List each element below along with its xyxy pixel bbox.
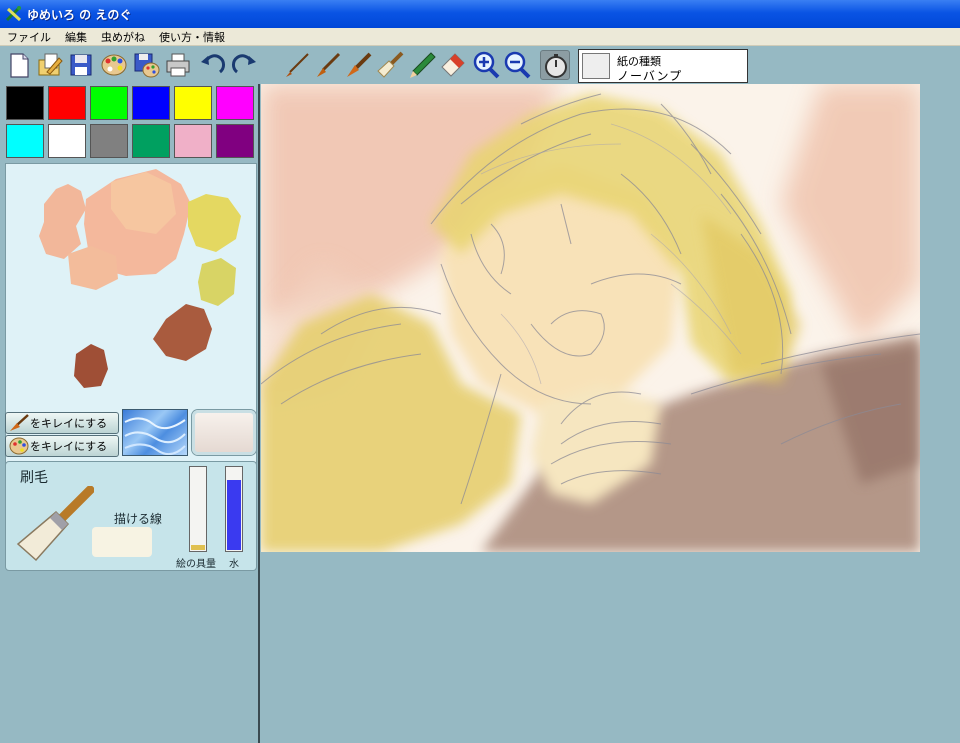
eraser-icon: [441, 53, 465, 77]
medium-brush-icon: [317, 52, 341, 77]
palette-swatch[interactable]: [216, 124, 254, 158]
flat-brush-large-icon: [16, 486, 94, 562]
menu-magnifier[interactable]: 虫めがね: [94, 29, 152, 45]
thick-brush-icon: [347, 52, 372, 77]
color-palette: [5, 85, 257, 159]
pencil-icon: [410, 52, 436, 78]
palette-swatch[interactable]: [132, 124, 170, 158]
stopwatch-icon: [545, 54, 567, 78]
redo-icon: [232, 54, 256, 74]
thick-brush-button[interactable]: [344, 50, 374, 80]
thin-brush-icon: [286, 53, 309, 77]
line-preview: [92, 527, 152, 557]
zoom-out-button[interactable]: [502, 50, 532, 80]
palette-swatch[interactable]: [48, 124, 86, 158]
paper-swatch: [582, 53, 610, 79]
palette-swatch[interactable]: [6, 124, 44, 158]
save-palette-button[interactable]: [131, 50, 161, 80]
palette-swatch[interactable]: [48, 86, 86, 120]
zoom-out-icon: [504, 51, 531, 79]
menu-file[interactable]: ファイル: [0, 29, 58, 45]
title-bar: ゆめいろ の えのぐ: [0, 0, 960, 28]
print-button[interactable]: [163, 50, 193, 80]
brush-icon: [10, 414, 29, 431]
eraser-button[interactable]: [437, 50, 467, 80]
toolbar: 紙の種類 ノーバンプ: [0, 46, 960, 84]
flat-brush-icon: [377, 51, 404, 78]
palette-swatch[interactable]: [90, 124, 128, 158]
palette-swatch[interactable]: [216, 86, 254, 120]
water-bucket[interactable]: [122, 409, 188, 456]
timer-button[interactable]: [540, 50, 570, 80]
open-button[interactable]: [35, 50, 65, 80]
clean-brush-button[interactable]: をキレイにする: [5, 412, 119, 434]
palette-swatch[interactable]: [174, 86, 212, 120]
menu-edit[interactable]: 編集: [58, 29, 94, 45]
app-icon: [5, 6, 22, 22]
painting: [261, 84, 920, 552]
brush-name: 刷毛: [20, 470, 48, 486]
paint-amount-gauge: [189, 466, 207, 552]
drawing-canvas[interactable]: [261, 84, 920, 552]
paper-type-value: ノーバンプ: [617, 69, 683, 83]
zoom-in-button[interactable]: [471, 50, 501, 80]
save-button[interactable]: [66, 50, 96, 80]
open-folder-icon: [38, 53, 63, 76]
new-page-button[interactable]: [4, 50, 34, 80]
window-title: ゆめいろ の えのぐ: [27, 7, 132, 22]
paint-amount-fill: [191, 544, 205, 550]
medium-brush-button[interactable]: [313, 50, 343, 80]
water-amount-gauge: [225, 466, 243, 552]
floppy-disk-icon: [70, 54, 92, 76]
thin-brush-button[interactable]: [282, 50, 312, 80]
palette-swatch[interactable]: [132, 86, 170, 120]
new-page-icon: [10, 53, 29, 78]
drawable-line-label: 描ける線: [114, 512, 163, 526]
save-palette-icon: [134, 53, 160, 78]
clean-palette-button[interactable]: をキレイにする: [5, 435, 119, 457]
palette-icon: [9, 437, 29, 455]
left-panel: をキレイにする をキレイにする 刷毛 描ける線 絵の具量 水: [0, 84, 260, 743]
water-amount-fill: [227, 480, 241, 550]
towel-button[interactable]: [192, 410, 256, 455]
palette-swatch[interactable]: [90, 86, 128, 120]
paint-palette-icon: [101, 54, 127, 76]
clean-palette-label: をキレイにする: [30, 440, 108, 453]
brush-info-panel: 刷毛 描ける線 絵の具量 水: [5, 461, 257, 571]
menu-bar: ファイル 編集 虫めがね 使い方・情報: [0, 28, 960, 46]
flat-brush-button[interactable]: [375, 50, 405, 80]
menu-help-info[interactable]: 使い方・情報: [152, 29, 232, 45]
redo-button[interactable]: [229, 50, 259, 80]
zoom-in-icon: [473, 51, 500, 79]
paper-type-selector[interactable]: 紙の種類 ノーバンプ: [578, 49, 748, 83]
paint-amount-label: 絵の具量: [176, 559, 216, 570]
water-ripple-icon: [124, 417, 186, 455]
water-amount-label: 水: [229, 559, 239, 570]
clean-brush-label: をキレイにする: [30, 417, 108, 430]
undo-button[interactable]: [198, 50, 228, 80]
palette-swatch[interactable]: [174, 124, 212, 158]
palette-swatch[interactable]: [6, 86, 44, 120]
printer-icon: [166, 53, 190, 77]
pencil-button[interactable]: [406, 50, 436, 80]
palette-button[interactable]: [99, 50, 129, 80]
undo-icon: [201, 54, 225, 74]
